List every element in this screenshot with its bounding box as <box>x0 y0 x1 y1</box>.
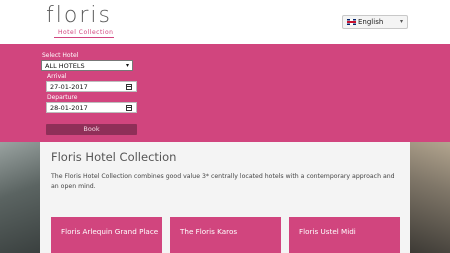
arrival-date-field[interactable]: 27-01-2017 <box>46 81 137 92</box>
hero-photo-right <box>410 142 450 253</box>
arrival-label: Arrival <box>47 73 67 80</box>
uk-flag-icon <box>347 19 356 25</box>
book-button[interactable]: Book <box>46 124 137 135</box>
hotel-card-title: The Floris Karos <box>180 227 238 236</box>
hero-photo-left <box>0 142 40 253</box>
logo-tagline: Hotel Collection <box>58 29 114 36</box>
departure-date-field[interactable]: 28-01-2017 <box>46 102 137 113</box>
hotel-card[interactable]: The Floris Karos <box>170 217 281 253</box>
hotel-select-value: ALL HOTELS <box>45 62 85 70</box>
brand-logo[interactable]: floris Hotel Collection <box>46 4 118 40</box>
hotel-card-title: Floris Arlequin Grand Place <box>61 227 159 236</box>
departure-label: Departure <box>47 94 78 101</box>
departure-date-value: 28-01-2017 <box>50 104 88 112</box>
language-label: English <box>358 18 384 26</box>
intro-text: The Floris Hotel Collection combines goo… <box>51 173 395 190</box>
calendar-icon[interactable] <box>126 105 132 111</box>
hotel-select[interactable]: ALL HOTELS ▾ <box>41 60 133 71</box>
site-header: floris Hotel Collection English ▾ <box>0 0 450 44</box>
hotel-card[interactable]: Floris Arlequin Grand Place <box>51 217 162 253</box>
chevron-down-icon: ▾ <box>125 62 129 69</box>
logo-underline <box>54 37 114 38</box>
logo-wordmark: floris <box>46 3 112 28</box>
chevron-down-icon: ▾ <box>399 18 403 25</box>
hotel-card-title: Floris Ustel Midi <box>299 227 356 236</box>
select-hotel-label: Select Hotel <box>42 52 79 59</box>
hotel-card[interactable]: Floris Ustel Midi <box>289 217 400 253</box>
page-title: Floris Hotel Collection <box>51 150 177 164</box>
language-select[interactable]: English ▾ <box>342 15 408 29</box>
arrival-date-value: 27-01-2017 <box>50 83 88 91</box>
calendar-icon[interactable] <box>126 84 132 90</box>
